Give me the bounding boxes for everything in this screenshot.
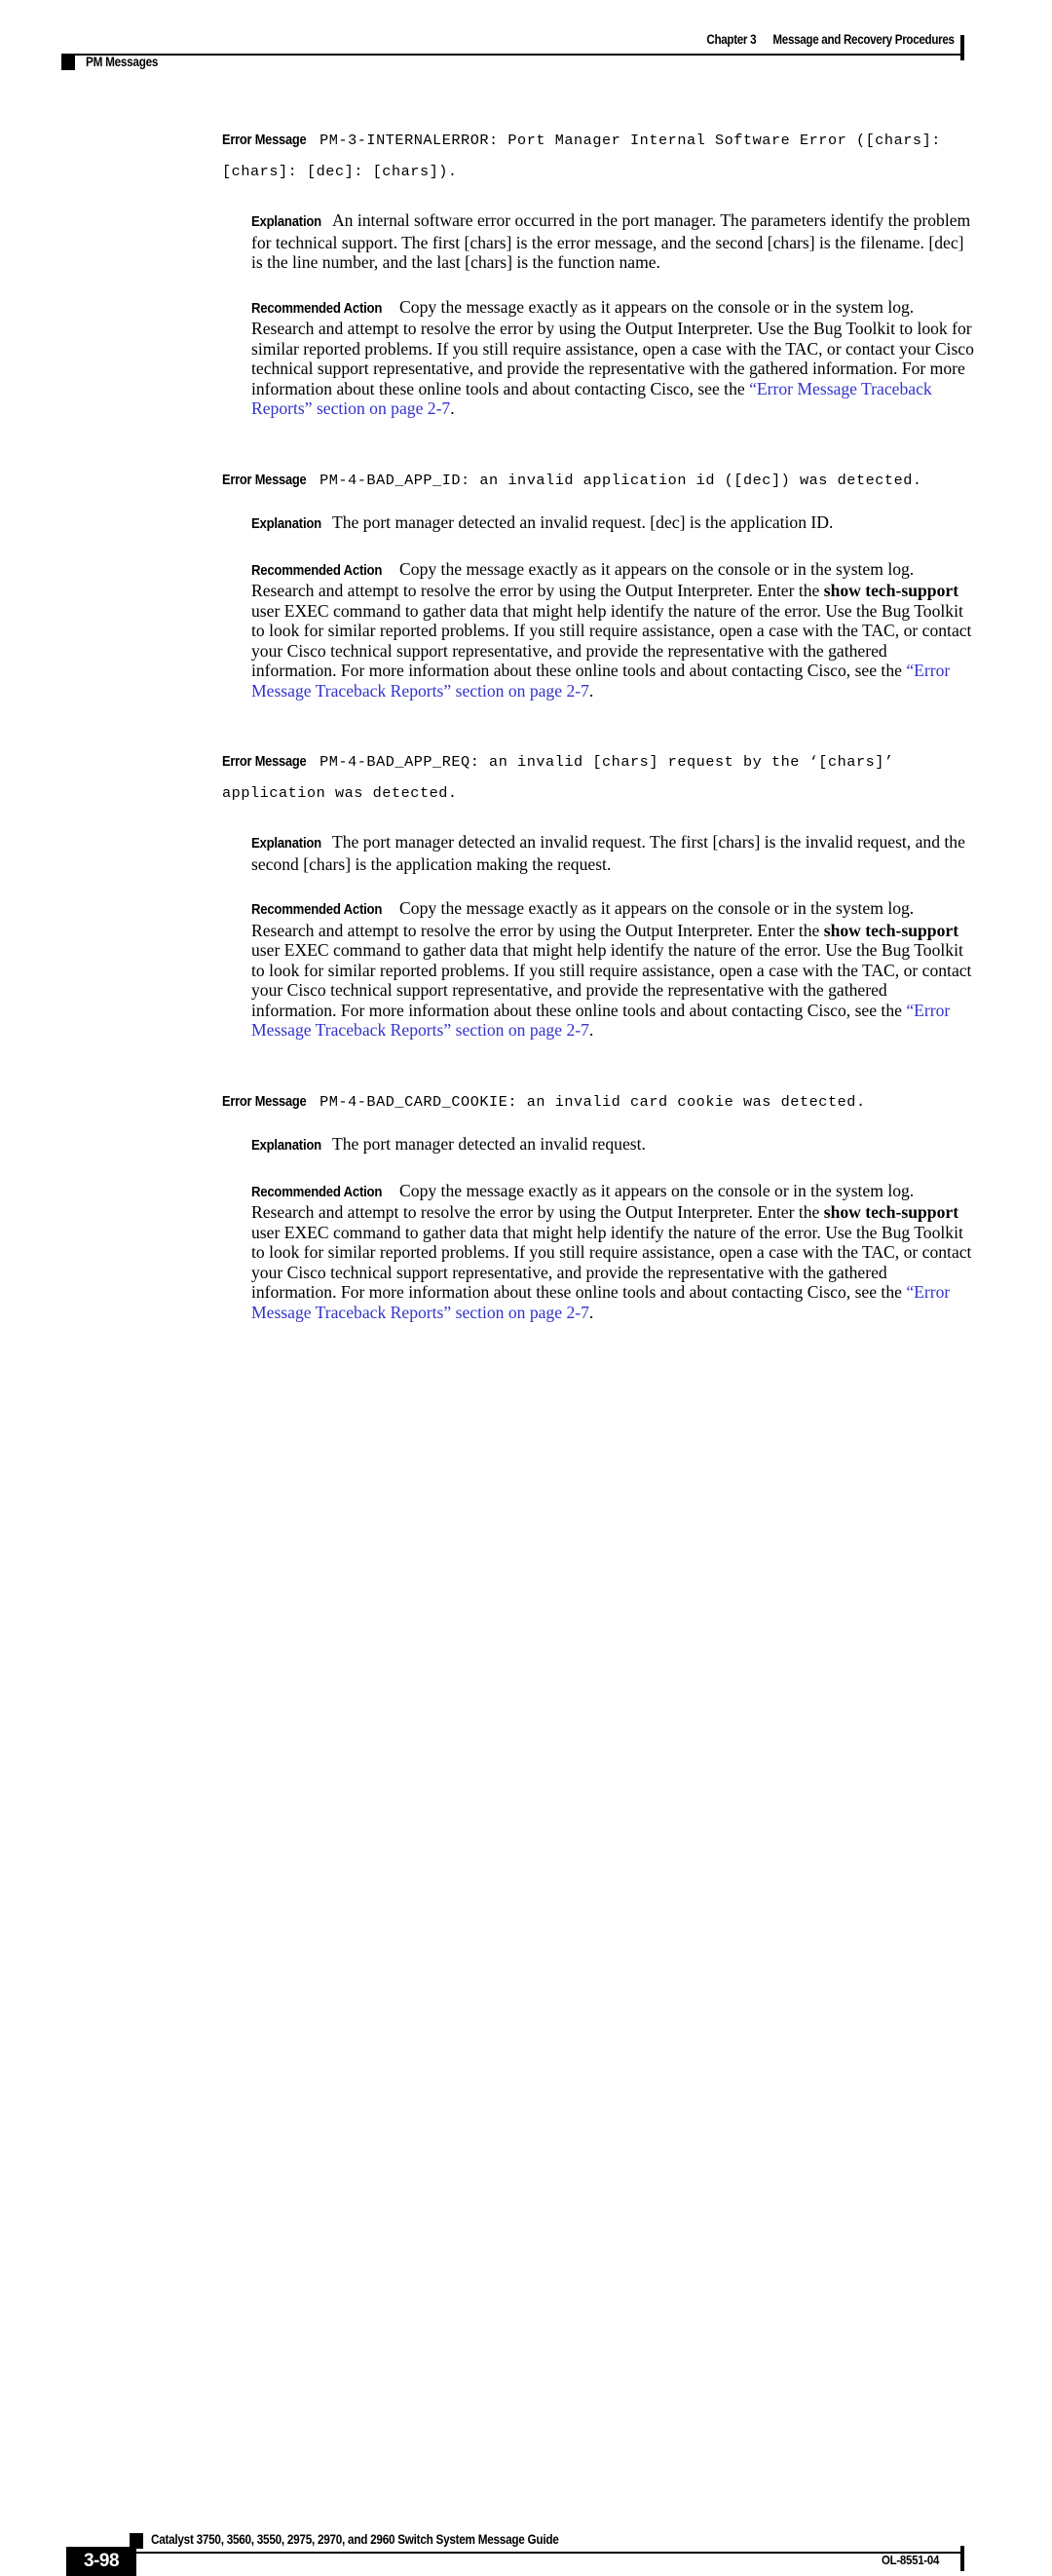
error-message-code: PM-4-BAD_APP_ID: an invalid application … <box>319 471 922 489</box>
recommended-action-paragraph: Recommended Action Copy the message exact… <box>0 297 1052 419</box>
explanation-text: The port manager detected an invalid req… <box>331 1134 646 1154</box>
explanation-paragraph: Explanation The port manager detected an … <box>0 1134 1052 1156</box>
header-rule <box>61 54 962 56</box>
cli-command: show tech-support <box>823 920 959 940</box>
explanation-text: An internal software error occurred in t… <box>251 210 971 272</box>
header-chapter: Chapter 3 Message and Recovery Procedures <box>706 32 956 47</box>
message-block-pm-3-internalerror: Error Message PM-3-INTERNALERROR: Port Ma… <box>0 125 1052 419</box>
header-section-title: PM Messages <box>86 55 159 69</box>
recommended-action-text-2: user EXEC command to gather data that mi… <box>251 600 972 681</box>
error-message-line: Error Message PM-4-BAD_APP_ID: an invalid… <box>0 465 1052 496</box>
message-block-pm-4-bad-app-id: Error Message PM-4-BAD_APP_ID: an invalid… <box>0 465 1052 701</box>
recommended-action-label: Recommended Action <box>251 562 383 579</box>
recommended-action-label: Recommended Action <box>251 300 383 317</box>
recommended-action-tail: . <box>588 1020 594 1040</box>
error-message-label: Error Message <box>222 1093 307 1110</box>
section-marker-square-icon <box>61 56 75 70</box>
cli-command: show tech-support <box>823 1202 959 1222</box>
explanation-text: The port manager detected an invalid req… <box>251 832 965 874</box>
error-message-line: Error Message PM-3-INTERNALERROR: Port Ma… <box>0 125 1052 186</box>
error-message-line: Error Message PM-4-BAD_CARD_COOKIE: an in… <box>0 1086 1052 1118</box>
explanation-text: The port manager detected an invalid req… <box>331 512 834 532</box>
recommended-action-tail: . <box>450 398 455 418</box>
cli-command: show tech-support <box>823 581 959 600</box>
header-chapter-title: Message and Recovery Procedures <box>772 32 956 47</box>
recommended-action-label: Recommended Action <box>251 1184 383 1200</box>
recommended-action-text-2: user EXEC command to gather data that mi… <box>251 940 972 1020</box>
error-message-line: Error Message PM-4-BAD_APP_REQ: an invali… <box>0 746 1052 808</box>
explanation-paragraph: Explanation An internal software error oc… <box>0 210 1052 273</box>
explanation-label: Explanation <box>251 516 321 532</box>
explanation-label: Explanation <box>251 214 321 230</box>
recommended-action-tail: . <box>588 680 594 701</box>
footer-document-id: OL-8551-04 <box>882 2553 940 2567</box>
message-block-pm-4-bad-app-req: Error Message PM-4-BAD_APP_REQ: an invali… <box>0 746 1052 1041</box>
error-message-label: Error Message <box>222 472 307 488</box>
explanation-label: Explanation <box>251 1138 321 1154</box>
explanation-paragraph: Explanation The port manager detected an … <box>0 832 1052 874</box>
recommended-action-paragraph: Recommended Action Copy the message exact… <box>0 898 1052 1041</box>
error-message-label: Error Message <box>222 754 307 770</box>
explanation-paragraph: Explanation The port manager detected an … <box>0 512 1052 535</box>
page-header: Chapter 3 Message and Recovery Procedures… <box>0 0 1052 88</box>
explanation-label: Explanation <box>251 836 321 852</box>
footer-rule <box>136 2552 962 2554</box>
error-message-label: Error Message <box>222 133 307 148</box>
page-number-badge: 3-98 <box>66 2547 136 2576</box>
error-message-code: PM-4-BAD_CARD_COOKIE: an invalid card co… <box>319 1092 866 1111</box>
recommended-action-label: Recommended Action <box>251 902 383 918</box>
footer-document-title: Catalyst 3750, 3560, 3550, 2975, 2970, a… <box>151 2532 559 2547</box>
page-footer: 3-98 Catalyst 3750, 3560, 3550, 2975, 29… <box>0 1254 1052 2576</box>
header-endcap-tick <box>960 35 964 60</box>
header-chapter-number: Chapter 3 <box>706 32 757 47</box>
error-message-code: PM-3-INTERNALERROR: Port Manager Interna… <box>222 132 941 180</box>
footer-endcap-tick <box>960 2546 964 2571</box>
recommended-action-paragraph: Recommended Action Copy the message exact… <box>0 559 1052 701</box>
error-message-code: PM-4-BAD_APP_REQ: an invalid [chars] req… <box>222 753 894 802</box>
page-content: Error Message PM-3-INTERNALERROR: Port Ma… <box>0 125 1052 1322</box>
